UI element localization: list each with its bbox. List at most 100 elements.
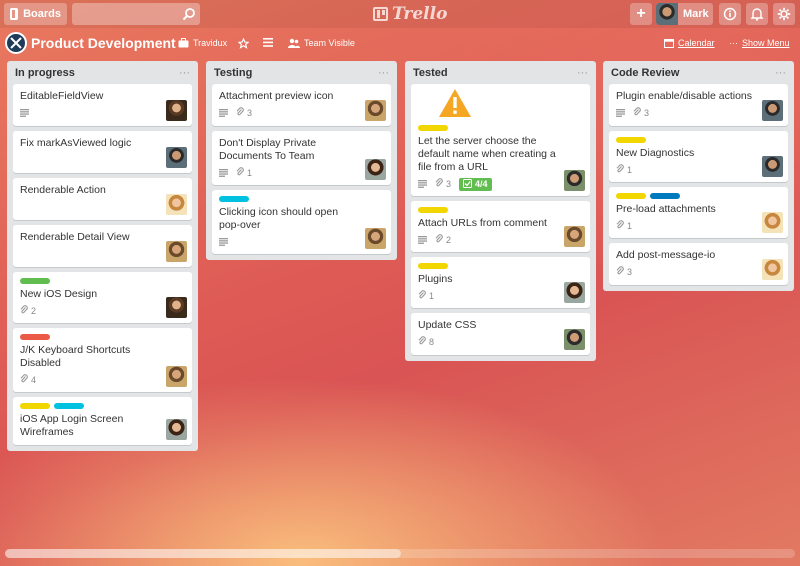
list-title[interactable]: Code Review [611, 67, 679, 79]
member-avatar[interactable] [365, 159, 386, 180]
logo-text: Trello [392, 4, 448, 24]
add-button[interactable]: + [630, 3, 652, 25]
member-avatar[interactable] [564, 170, 585, 191]
list-menu-icon[interactable]: ··· [179, 67, 190, 79]
board-logo-icon[interactable] [5, 32, 27, 54]
card-title: Renderable Detail View [20, 231, 130, 243]
card[interactable]: New iOS Design 2 [13, 272, 192, 323]
card[interactable]: Plugins 1 [411, 257, 590, 308]
description-icon [219, 109, 228, 117]
card-badges: 1 [418, 290, 583, 302]
card[interactable]: Plugin enable/disable actions 3 [609, 84, 788, 126]
list-title[interactable]: Tested [413, 67, 448, 79]
settings-button[interactable] [773, 3, 795, 25]
card[interactable]: Clicking icon should open pop-over [212, 190, 391, 254]
board-title[interactable]: Product Development [31, 35, 176, 51]
card[interactable]: Attach URLs from comment 2 [411, 201, 590, 252]
card-label[interactable] [20, 278, 50, 284]
member-avatar[interactable] [365, 100, 386, 121]
card[interactable]: Update CSS 8 [411, 313, 590, 355]
list-menu-icon[interactable]: ··· [378, 67, 389, 79]
list-menu-icon[interactable]: ··· [577, 67, 588, 79]
member-avatar[interactable] [762, 259, 783, 280]
card-label[interactable] [20, 403, 50, 409]
member-avatar[interactable] [762, 212, 783, 233]
member-avatar[interactable] [166, 241, 187, 262]
card-label[interactable] [418, 207, 448, 213]
card[interactable]: Pre-load attachments 1 [609, 187, 788, 238]
show-menu-button[interactable]: ··· Show Menu [729, 38, 790, 48]
card[interactable]: EditableFieldView [13, 84, 192, 126]
description-icon [219, 238, 228, 246]
card[interactable]: Add post-message-io 3 [609, 243, 788, 285]
card[interactable]: Fix markAsViewed logic [13, 131, 192, 173]
notifications-button[interactable] [746, 3, 768, 25]
card-title: Fix markAsViewed logic [20, 137, 132, 149]
description-icon [20, 109, 29, 117]
card-label[interactable] [20, 334, 50, 340]
card[interactable]: J/K Keyboard Shortcuts Disabled 4 [13, 328, 192, 392]
card[interactable]: Don't Display Private Documents To Team 1 [212, 131, 391, 185]
user-menu-button[interactable]: Mark [656, 3, 713, 25]
attachment-badge: 3 [435, 178, 451, 190]
card-label[interactable] [616, 193, 646, 199]
list-title[interactable]: In progress [15, 67, 75, 79]
warning-icon [438, 88, 472, 121]
top-header: Boards Trello + Mark [0, 0, 800, 28]
boards-button[interactable]: Boards [4, 3, 67, 25]
member-avatar[interactable] [166, 100, 187, 121]
attachment-count: 1 [429, 291, 435, 301]
member-avatar[interactable] [166, 419, 187, 440]
card-badges: 2 [20, 305, 185, 317]
card-label[interactable] [650, 193, 680, 199]
horizontal-scrollbar[interactable] [5, 549, 795, 558]
member-avatar[interactable] [166, 366, 187, 387]
card-badges: 8 [418, 336, 583, 348]
list-menu-icon[interactable]: ··· [775, 67, 786, 79]
card-label[interactable] [54, 403, 84, 409]
team-visibility-button[interactable]: Team Visible [288, 38, 355, 48]
member-avatar[interactable] [166, 194, 187, 215]
member-avatar[interactable] [762, 100, 783, 121]
calendar-button[interactable]: Calendar [664, 38, 715, 48]
card[interactable]: Renderable Action [13, 178, 192, 220]
card-label[interactable] [616, 137, 646, 143]
search-icon[interactable] [182, 7, 196, 21]
card-labels [219, 196, 384, 202]
card[interactable]: Attachment preview icon 3 [212, 84, 391, 126]
paperclip-icon [418, 336, 426, 348]
card-label[interactable] [219, 196, 249, 202]
attachment-count: 1 [627, 165, 633, 175]
member-avatar[interactable] [762, 156, 783, 177]
member-avatar[interactable] [365, 228, 386, 249]
card-title: New iOS Design [20, 288, 98, 300]
info-button[interactable] [719, 3, 741, 25]
card[interactable]: Let the server choose the default name w… [411, 84, 590, 196]
member-avatar[interactable] [564, 329, 585, 350]
card-label[interactable] [418, 125, 448, 131]
scrollbar-thumb[interactable] [5, 549, 401, 558]
card[interactable]: New Diagnostics 1 [609, 131, 788, 182]
board-description-button[interactable] [263, 38, 273, 47]
member-avatar[interactable] [166, 297, 187, 318]
team-visibility-label: Team Visible [304, 38, 355, 48]
attachment-badge: 3 [633, 107, 649, 119]
list-title[interactable]: Testing [214, 67, 252, 79]
card-cover [418, 88, 583, 121]
card[interactable]: Renderable Detail View [13, 225, 192, 267]
card-title: iOS App Login Screen Wireframes [20, 413, 124, 438]
search-input[interactable] [72, 3, 200, 25]
card-label[interactable] [418, 263, 448, 269]
member-avatar[interactable] [166, 147, 187, 168]
card-labels [20, 278, 185, 284]
card-title: Attach URLs from comment [418, 217, 547, 229]
paperclip-icon [435, 178, 443, 190]
board-org-button[interactable]: Travidux [178, 38, 227, 48]
member-avatar[interactable] [564, 282, 585, 303]
trello-logo[interactable]: Trello [373, 4, 447, 24]
star-button[interactable] [238, 38, 249, 49]
card[interactable]: iOS App Login Screen Wireframes [13, 397, 192, 445]
attachment-badge: 8 [418, 336, 434, 348]
card-title: Attachment preview icon [219, 90, 334, 102]
member-avatar[interactable] [564, 226, 585, 247]
